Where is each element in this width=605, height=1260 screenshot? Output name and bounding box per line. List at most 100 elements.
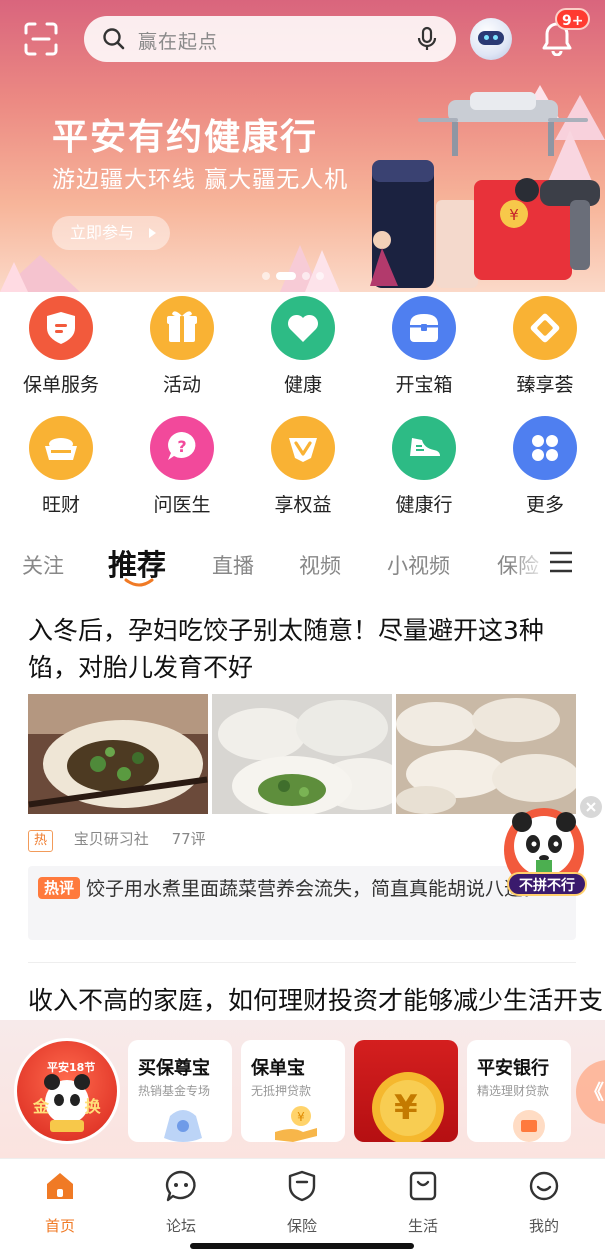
tab-live[interactable]: 直播 [212,550,254,580]
comment-count: 77评 [171,830,206,848]
nav-forum[interactable]: 论坛 [126,1169,236,1236]
promo-card-bank[interactable]: 平安银行 精选理财贷款 [467,1040,571,1142]
promo-card-fund[interactable]: 买保尊宝 热销基金专场 [128,1040,232,1142]
promo-card-subtitle: 无抵押贷款 [251,1084,312,1098]
nav-label: 首页 [44,1217,75,1235]
promo-card-subtitle: 精选理财贷款 [477,1084,550,1098]
shortcut-icon-circle [513,416,577,480]
nav-label: 我的 [528,1217,559,1235]
shortcut-policy-shield[interactable]: 保单服务 [6,296,116,397]
shortcut-icon-circle [29,296,93,360]
shortcut-label: 保单服务 [22,374,99,396]
banner-subtitle: 游边疆大环线 赢大疆无人机 [52,167,349,193]
promo-card-title: 保单宝 [251,1058,305,1079]
robot-eye-icon [493,35,498,40]
top-bar: 赢在起点 9+ [0,0,605,80]
shortcut-treasure-box[interactable]: 开宝箱 [369,296,479,397]
banner-cta-label: 立即参与 [70,223,135,242]
gift-icon [167,311,197,342]
hot-comment-text: 饺子用水煮里面蔬菜营养会流失，简直真能胡说八道。 [86,878,543,900]
home-icon [47,1173,73,1199]
robot-face [478,31,504,45]
pagination-dot [316,271,324,280]
tab-video[interactable]: 视频 [299,550,341,580]
svg-text:?: ? [177,437,186,456]
shortcut-icon-circle [513,296,577,360]
banner-pagination [262,265,338,280]
shortcut-gold-ingot[interactable]: 旺财 [6,416,116,517]
panda-gold-icon [44,1074,90,1132]
shortcut-heart[interactable]: 健康 [248,296,358,397]
promo-card-policy-loan[interactable]: 保单宝 无抵押贷款 ¥ [241,1040,345,1142]
floating-label[interactable]: 不拼不行 [507,872,587,896]
notification-badge: 9+ [555,8,591,30]
policy-shield-icon [47,312,75,344]
promo-card-red-coin[interactable]: ¥ [354,1040,458,1142]
svg-text:¥: ¥ [297,1110,305,1124]
svg-text:¥: ¥ [509,206,519,224]
heart-icon [287,314,319,342]
hot-comment[interactable]: 热评 饺子用水煮里面蔬菜营养会流失，简直真能胡说八道。 [28,866,576,940]
nav-label: 保险 [286,1217,317,1235]
promo-card-title: 买保尊宝 [138,1058,210,1079]
search-icon [103,28,125,50]
more-grid-icon [532,435,558,461]
tab-follow[interactable]: 关注 [22,550,64,580]
search-bar[interactable]: 赢在起点 [84,16,456,62]
promo-badge-text: 金 换 [33,1097,101,1116]
tab-short-video[interactable]: 小视频 [387,550,450,580]
shortcut-label: 享权益 [274,494,332,516]
promo-event-badge[interactable]: 平安18节 金 换 [14,1038,120,1144]
play-arrow-icon [149,228,156,238]
nav-life[interactable]: 生活 [368,1169,478,1236]
active-tab-indicator [124,578,154,587]
shopping-bag-icon [409,1171,437,1201]
home-indicator [190,1243,414,1249]
promo-badge-top: 平安18节 [47,1061,96,1074]
feed-divider [28,962,576,963]
shortcut-label: 旺财 [41,494,80,516]
shortcut-v-badge[interactable]: 享权益 [248,416,358,517]
banner-cta-button[interactable]: 立即参与 [52,216,170,250]
pagination-dot [302,271,310,280]
microphone-icon[interactable] [416,26,438,52]
promo-expand-button[interactable]: 《 [576,1060,605,1124]
nav-me[interactable]: 我的 [489,1169,599,1236]
sneaker-icon [410,438,440,456]
nav-label: 生活 [407,1217,438,1235]
banner-title: 平安有约健康行 [52,117,319,158]
shortcut-diamond[interactable]: 臻享荟 [490,296,600,397]
nav-insurance[interactable]: 保险 [247,1169,357,1236]
scan-icon[interactable] [24,22,58,56]
robot-eye-icon [484,35,489,40]
diamond-icon [530,313,560,343]
double-chevron-left-icon: 《 [584,1080,604,1104]
article-title[interactable]: 入冬后，孕妇吃饺子别太随意！尽量避开这3种馅，对胎儿发育不好 [28,612,578,686]
assistant-robot-avatar[interactable] [470,18,512,60]
shortcut-icon-circle [150,296,214,360]
shortcut-more-grid[interactable]: 更多 [490,416,600,517]
menu-icon[interactable] [548,550,574,574]
shortcut-icon-circle [392,416,456,480]
tab-fade [510,540,550,590]
hero-banner[interactable]: ¥ 赢在起点 9+ 平安有约健康行 游边疆大环线 赢大疆无人机 立即参与 [0,0,605,292]
pagination-dot [276,271,296,280]
shortcut-sneaker[interactable]: 健康行 [369,416,479,517]
shortcut-gift[interactable]: 活动 [127,296,237,397]
shortcut-icon-circle: ? [150,416,214,480]
promo-strip: 平安18节 金 换 买保尊宝 热销基金专场 保单宝 无抵押贷款 ¥ ¥ 平安银行… [0,1020,605,1158]
shortcut-label: 更多 [525,494,564,516]
article-source[interactable]: 宝贝研习社 [74,830,149,848]
smiley-face-icon [529,1171,559,1201]
article-title[interactable]: 收入不高的家庭，如何理财投资才能够减少生活开支 [28,984,603,1018]
dumpling-image [212,694,392,814]
close-icon[interactable] [580,796,602,818]
question-bubble-icon: ? [168,432,196,460]
shortcut-label: 臻享荟 [516,374,574,396]
feed-tabs: 关注 推荐 直播 视频 小视频 保险 [0,540,605,590]
treasure-box-icon [410,314,438,342]
hot-tag: 热 [28,830,54,852]
shortcut-question-bubble[interactable]: ? 问医生 [127,416,237,517]
article-thumbnails[interactable] [28,694,576,814]
nav-home[interactable]: 首页 [5,1169,115,1236]
